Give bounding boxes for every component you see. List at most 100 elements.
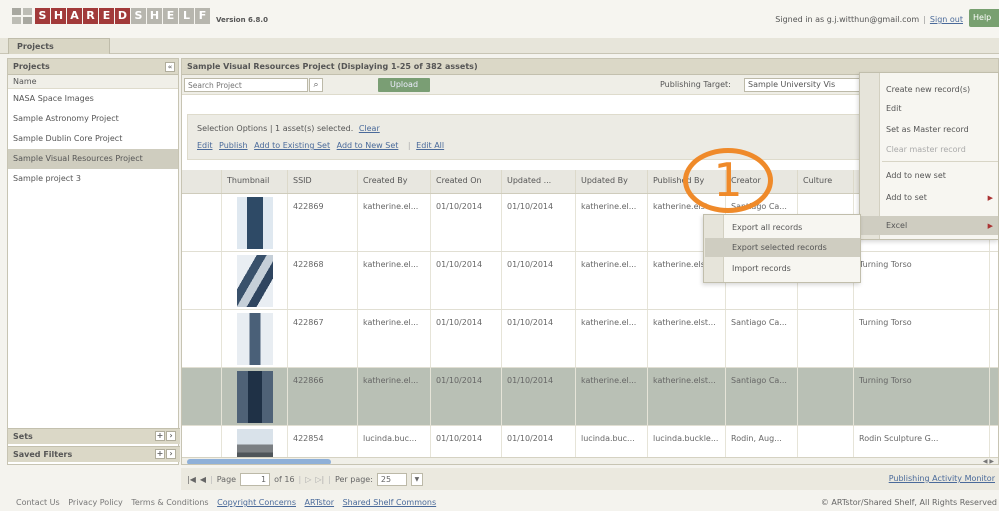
first-page-icon[interactable]: |◀ <box>187 475 196 484</box>
menu-item-excel[interactable]: Excel <box>886 221 907 230</box>
creator-cell: Santiago Ca... <box>726 368 798 425</box>
created-by-cell: katherine.el... <box>358 310 431 367</box>
clear-selection-link[interactable]: Clear <box>359 124 380 133</box>
table-row[interactable]: 422867 katherine.el... 01/10/2014 01/10/… <box>182 310 998 368</box>
add-filter-icon[interactable]: + <box>155 449 165 459</box>
next-page-icon[interactable]: ▷ <box>305 475 311 484</box>
table-row-selected[interactable]: 422866 katherine.el... 01/10/2014 01/10/… <box>182 368 998 426</box>
excel-submenu: Export all records Export selected recor… <box>703 214 861 283</box>
footer-contact-us-link[interactable]: Contact Us <box>16 498 60 507</box>
logo-letter: R <box>83 8 98 24</box>
menu-item-export-all-records[interactable]: Export all records <box>732 223 802 232</box>
footer-copyright-concerns-link[interactable]: Copyright Concerns <box>217 498 296 507</box>
menu-item-export-selected-records[interactable]: Export selected records <box>732 243 827 252</box>
copyright-text: © ARTstor/Shared Shelf, All Rights Reser… <box>820 498 997 507</box>
thumbnail-image[interactable] <box>236 371 273 423</box>
upload-button[interactable]: Upload <box>378 78 430 92</box>
collapse-icon[interactable]: « <box>165 62 175 72</box>
logo-grid-icon <box>12 8 32 24</box>
chevron-down-icon[interactable]: ▼ <box>410 472 423 486</box>
edit-link[interactable]: Edit <box>197 141 213 150</box>
footer: Contact Us Privacy Policy Terms & Condit… <box>0 494 999 511</box>
sidebar-item-sample-astronomy-project[interactable]: Sample Astronomy Project <box>8 109 178 129</box>
publishing-target-select[interactable]: Sample University Vis <box>744 78 860 92</box>
name-column-header[interactable]: Name <box>8 75 178 89</box>
created-by-cell: katherine.el... <box>358 194 431 251</box>
sidebar-item-nasa-space-images[interactable]: NASA Space Images <box>8 89 178 109</box>
submenu-arrow-icon: ▶ <box>987 194 993 202</box>
horizontal-scrollbar[interactable]: ◀ ▶ <box>182 457 998 464</box>
menu-highlight <box>861 216 998 235</box>
collapse-filters-icon[interactable]: › <box>166 449 176 459</box>
title-cell: Turning Torso <box>854 368 990 425</box>
menu-item-set-as-master-record[interactable]: Set as Master record <box>886 125 969 134</box>
submenu-arrow-icon: ▶ <box>987 222 993 230</box>
column-header-created-on[interactable]: Created On <box>431 170 502 193</box>
sidebar-header: Projects « <box>8 59 178 75</box>
sets-panel-header[interactable]: Sets + › <box>8 428 180 444</box>
column-header-ssid[interactable]: SSID <box>288 170 358 193</box>
thumbnail-cell[interactable] <box>222 252 288 309</box>
menu-item-create-new-records[interactable]: Create new record(s) <box>886 85 970 94</box>
last-page-icon[interactable]: ▷| <box>315 475 324 484</box>
page-label: Page <box>216 474 237 484</box>
thumbnail-cell[interactable] <box>222 310 288 367</box>
updated-cell: 01/10/2014 <box>502 194 576 251</box>
add-set-icon[interactable]: + <box>155 431 165 441</box>
thumbnail-image[interactable] <box>236 313 273 365</box>
created-by-cell: katherine.el... <box>358 368 431 425</box>
ssid-cell: 422867 <box>288 310 358 367</box>
menu-item-import-records[interactable]: Import records <box>732 264 791 273</box>
thumbnail-image[interactable] <box>236 255 273 307</box>
logo-letter: H <box>51 8 66 24</box>
per-page-select[interactable]: 25 <box>376 472 407 486</box>
logo-letter: A <box>67 8 82 24</box>
column-header-spacer <box>182 170 222 193</box>
publishing-activity-monitor-link[interactable]: Publishing Activity Monitor <box>889 474 995 483</box>
column-header-culture[interactable]: Culture <box>798 170 854 193</box>
add-to-new-set-link[interactable]: Add to New Set <box>337 141 399 150</box>
page-count: of 16 <box>274 474 295 484</box>
column-header-thumbnail[interactable]: Thumbnail <box>222 170 288 193</box>
sidebar-item-sample-visual-resources-project[interactable]: Sample Visual Resources Project <box>8 149 178 169</box>
publish-link[interactable]: Publish <box>219 141 248 150</box>
edit-all-link[interactable]: Edit All <box>416 141 444 150</box>
search-icon[interactable]: ⌕ <box>309 78 323 92</box>
thumbnail-image[interactable] <box>236 197 273 249</box>
help-button[interactable]: Help <box>969 9 999 27</box>
footer-shared-shelf-commons-link[interactable]: Shared Shelf Commons <box>343 498 437 507</box>
footer-artstor-link[interactable]: ARTstor <box>305 498 335 507</box>
saved-filters-panel-header[interactable]: Saved Filters + › <box>8 446 180 462</box>
table-row[interactable]: 422868 katherine.el... 01/10/2014 01/10/… <box>182 252 998 310</box>
scroll-arrows-icon[interactable]: ◀ ▶ <box>983 458 994 464</box>
add-to-existing-set-link[interactable]: Add to Existing Set <box>254 141 330 150</box>
column-header-updated[interactable]: Updated ... <box>502 170 576 193</box>
sidebar-item-sample-dublin-core-project[interactable]: Sample Dublin Core Project <box>8 129 178 149</box>
sets-label: Sets <box>13 432 33 441</box>
column-header-created-by[interactable]: Created By <box>358 170 431 193</box>
footer-privacy-policy-link[interactable]: Privacy Policy <box>68 498 123 507</box>
culture-cell <box>798 368 854 425</box>
scrollbar-thumb[interactable] <box>187 459 331 464</box>
page-number-input[interactable]: 1 <box>240 472 271 486</box>
sidebar-item-sample-project-3[interactable]: Sample project 3 <box>8 169 178 189</box>
logo-letter: H <box>147 8 162 24</box>
menu-item-add-to-set[interactable]: Add to set <box>886 193 927 202</box>
prev-page-icon[interactable]: ◀ <box>200 475 206 484</box>
menu-item-edit[interactable]: Edit <box>886 104 902 113</box>
thumbnail-cell[interactable] <box>222 194 288 251</box>
updated-by-cell: katherine.el... <box>576 368 648 425</box>
pagination-bar: |◀ ◀ | Page 1 of 16 | ▷ ▷| | Per page: 2… <box>181 468 999 490</box>
created-on-cell: 01/10/2014 <box>431 194 502 251</box>
logo-letter: F <box>195 8 210 24</box>
collapse-sets-icon[interactable]: › <box>166 431 176 441</box>
title-cell: Turning Torso <box>854 310 990 367</box>
footer-terms-link[interactable]: Terms & Conditions <box>131 498 208 507</box>
search-input[interactable] <box>184 78 308 92</box>
sign-out-link[interactable]: Sign out <box>930 15 963 24</box>
tab-projects[interactable]: Projects <box>8 38 110 54</box>
thumbnail-cell[interactable] <box>222 368 288 425</box>
menu-item-add-to-new-set[interactable]: Add to new set <box>886 171 946 180</box>
updated-by-cell: katherine.el... <box>576 194 648 251</box>
column-header-updated-by[interactable]: Updated By <box>576 170 648 193</box>
